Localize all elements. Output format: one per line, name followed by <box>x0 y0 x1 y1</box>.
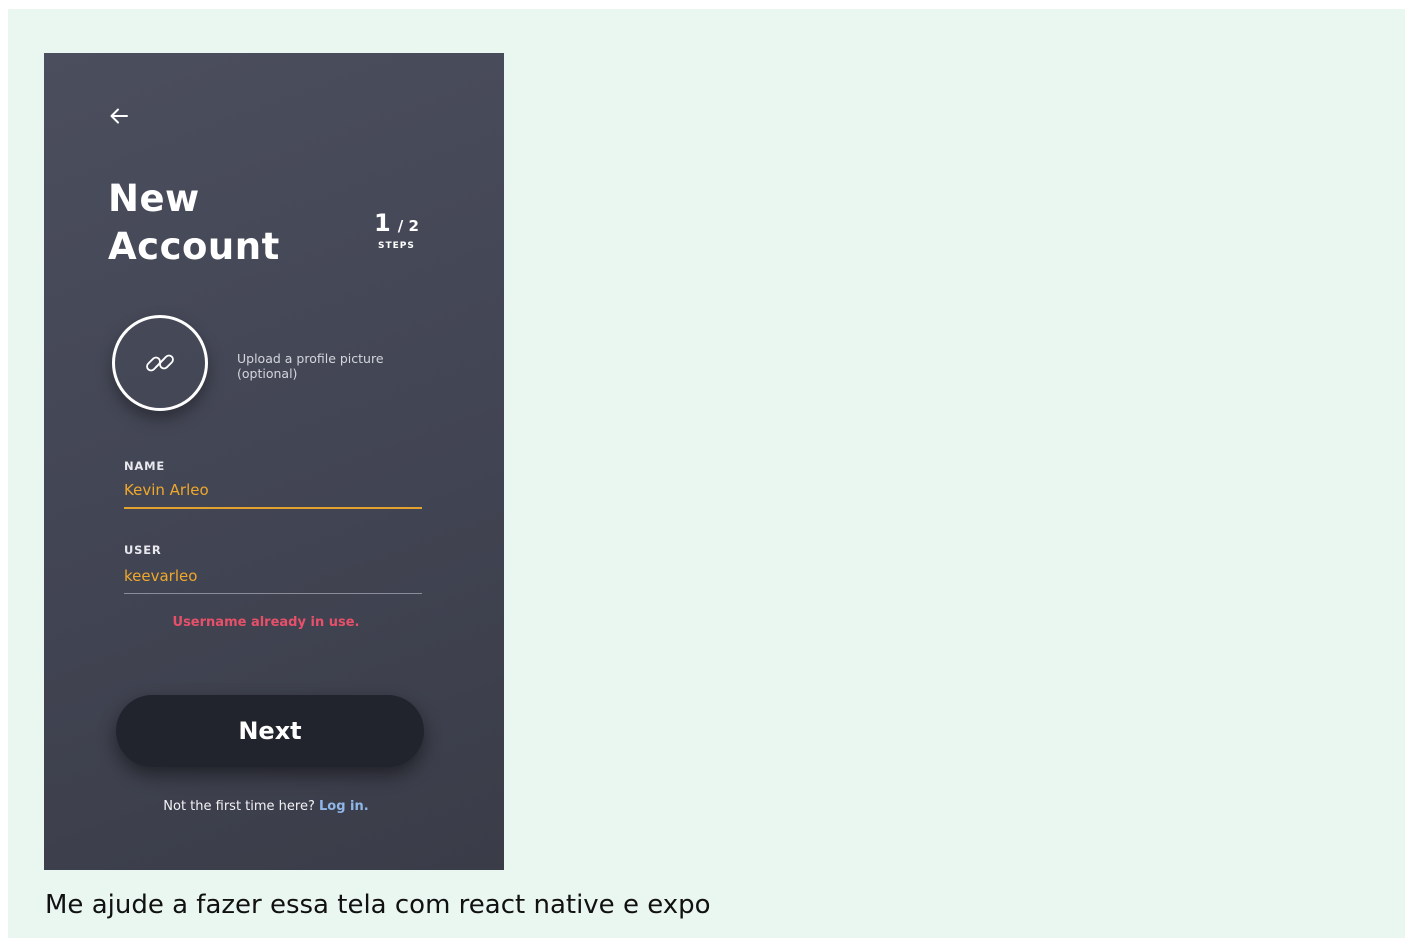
step-indicator: 1 / 2 STEPS <box>374 211 424 251</box>
page-title: New Account <box>108 175 280 271</box>
upload-hint-line-1: Upload a profile picture <box>237 351 384 366</box>
message-caption: Me ajude a fazer essa tela com react nat… <box>45 890 711 920</box>
screenshot-frame: New Account 1 / 2 STEPS Upload a profile… <box>8 9 1405 938</box>
login-link[interactable]: Log in. <box>319 799 369 814</box>
upload-hint-line-2: (optional) <box>237 366 298 381</box>
username-error-message: Username already in use. <box>172 615 360 630</box>
upload-picture-hint: Upload a profile picture (optional) <box>237 351 437 381</box>
next-button[interactable]: Next <box>116 695 424 767</box>
avatar-upload-button[interactable] <box>112 315 208 411</box>
name-field-label: NAME <box>124 459 166 473</box>
step-total: 2 <box>408 217 419 235</box>
page-title-line-1: New <box>108 177 200 220</box>
phone-screen: New Account 1 / 2 STEPS Upload a profile… <box>44 53 504 870</box>
step-separator: / 2 <box>397 217 419 235</box>
link-icon <box>146 354 174 372</box>
page-title-line-2: Account <box>108 225 280 268</box>
login-prompt: Not the first time here? Log in. <box>44 799 488 814</box>
login-prompt-text: Not the first time here? <box>163 799 315 814</box>
user-field[interactable] <box>124 567 422 594</box>
arrow-left-icon[interactable] <box>108 105 130 127</box>
step-current: 1 <box>374 209 391 237</box>
user-field-label: USER <box>124 543 162 557</box>
steps-label: STEPS <box>378 241 415 251</box>
name-field[interactable] <box>124 481 422 509</box>
